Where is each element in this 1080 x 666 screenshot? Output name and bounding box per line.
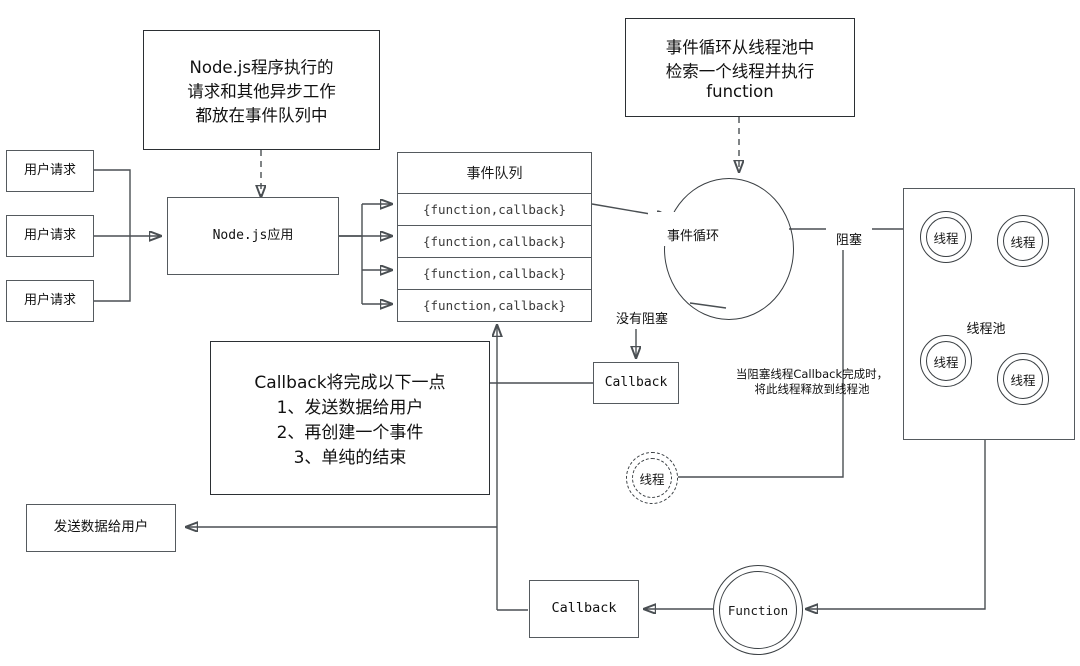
thread-label: 线程 <box>1010 234 1036 250</box>
callback-box-bottom[interactable]: Callback <box>529 580 639 638</box>
user-request-box-3[interactable]: 用户请求 <box>6 280 94 322</box>
event-queue-row[interactable]: {function,callback} <box>398 226 591 258</box>
user-request-label: 用户请求 <box>23 162 76 178</box>
callback-top-label: Callback <box>604 374 668 390</box>
event-loop-label: 事件循环 <box>648 212 738 246</box>
user-request-label: 用户请求 <box>23 292 76 308</box>
thread-pool-label-text: 线程池 <box>966 321 1006 337</box>
event-queue-row-label: {function,callback} <box>423 202 566 217</box>
callback-bottom-label: Callback <box>551 600 617 617</box>
output-send-data-label: 发送数据给用户 <box>53 519 149 536</box>
event-queue-row[interactable]: {function,callback} <box>398 258 591 290</box>
edge-label-non-blocking: 没有阻塞 <box>607 295 677 329</box>
edge-label-blocking: 阻塞 <box>826 216 872 250</box>
event-queue-header: 事件队列 <box>398 153 591 194</box>
released-thread-label: 线程 <box>639 471 665 487</box>
annotation-top-left-text: Node.js程序执行的 请求和其他异步工作 都放在事件队列中 <box>187 58 336 125</box>
thread-pool-label: 线程池 <box>946 305 1026 339</box>
user-request-label: 用户请求 <box>23 227 76 243</box>
nodejs-app-box[interactable]: Node.js应用 <box>167 197 339 275</box>
annotation-release-thread: 当阻塞线程Callback完成时， 将此线程释放到线程池 <box>697 352 927 397</box>
thread-label: 线程 <box>1010 372 1036 388</box>
user-request-box-1[interactable]: 用户请求 <box>6 150 94 192</box>
nodejs-app-label: Node.js应用 <box>212 227 294 243</box>
thread-circle-2[interactable]: 线程 <box>997 215 1049 267</box>
annotation-top-right-text: 事件循环从线程池中 检索一个线程并执行 function <box>665 38 815 101</box>
released-thread-circle[interactable]: 线程 <box>626 452 678 504</box>
thread-circle-3[interactable]: 线程 <box>920 335 972 387</box>
edge-label-non-blocking-text: 没有阻塞 <box>615 311 668 327</box>
annotation-release-thread-text: 当阻塞线程Callback完成时， 将此线程释放到线程池 <box>735 366 889 396</box>
annotation-top-right: 事件循环从线程池中 检索一个线程并执行 function <box>625 18 855 117</box>
thread-label: 线程 <box>933 230 959 246</box>
thread-circle-4[interactable]: 线程 <box>997 353 1049 405</box>
event-queue: 事件队列 {function,callback} {function,callb… <box>397 152 592 322</box>
event-loop-label-text: 事件循环 <box>666 228 719 244</box>
diagram-canvas: Node.js程序执行的 请求和其他异步工作 都放在事件队列中 事件循环从线程池… <box>0 0 1080 666</box>
annotation-callback-steps-text: Callback将完成以下一点 1、发送数据给用户 2、再创建一个事件 3、单纯… <box>254 373 446 468</box>
event-queue-row-label: {function,callback} <box>423 234 566 249</box>
edge-label-blocking-text: 阻塞 <box>835 232 862 248</box>
event-queue-row-label: {function,callback} <box>423 298 566 313</box>
callback-box-top[interactable]: Callback <box>593 362 679 404</box>
function-label: Function <box>727 602 789 618</box>
event-queue-row[interactable]: {function,callback} <box>398 194 591 226</box>
annotation-callback-steps: Callback将完成以下一点 1、发送数据给用户 2、再创建一个事件 3、单纯… <box>210 341 490 495</box>
output-send-data-box[interactable]: 发送数据给用户 <box>26 504 176 552</box>
thread-circle-1[interactable]: 线程 <box>920 211 972 263</box>
event-queue-row-label: {function,callback} <box>423 266 566 281</box>
event-queue-row[interactable]: {function,callback} <box>398 290 591 321</box>
function-circle[interactable]: Function <box>713 565 803 655</box>
event-loop-circle <box>664 178 794 320</box>
annotation-top-left: Node.js程序执行的 请求和其他异步工作 都放在事件队列中 <box>143 30 380 150</box>
user-request-box-2[interactable]: 用户请求 <box>6 215 94 257</box>
event-queue-header-label: 事件队列 <box>466 166 523 182</box>
thread-label: 线程 <box>933 354 959 370</box>
